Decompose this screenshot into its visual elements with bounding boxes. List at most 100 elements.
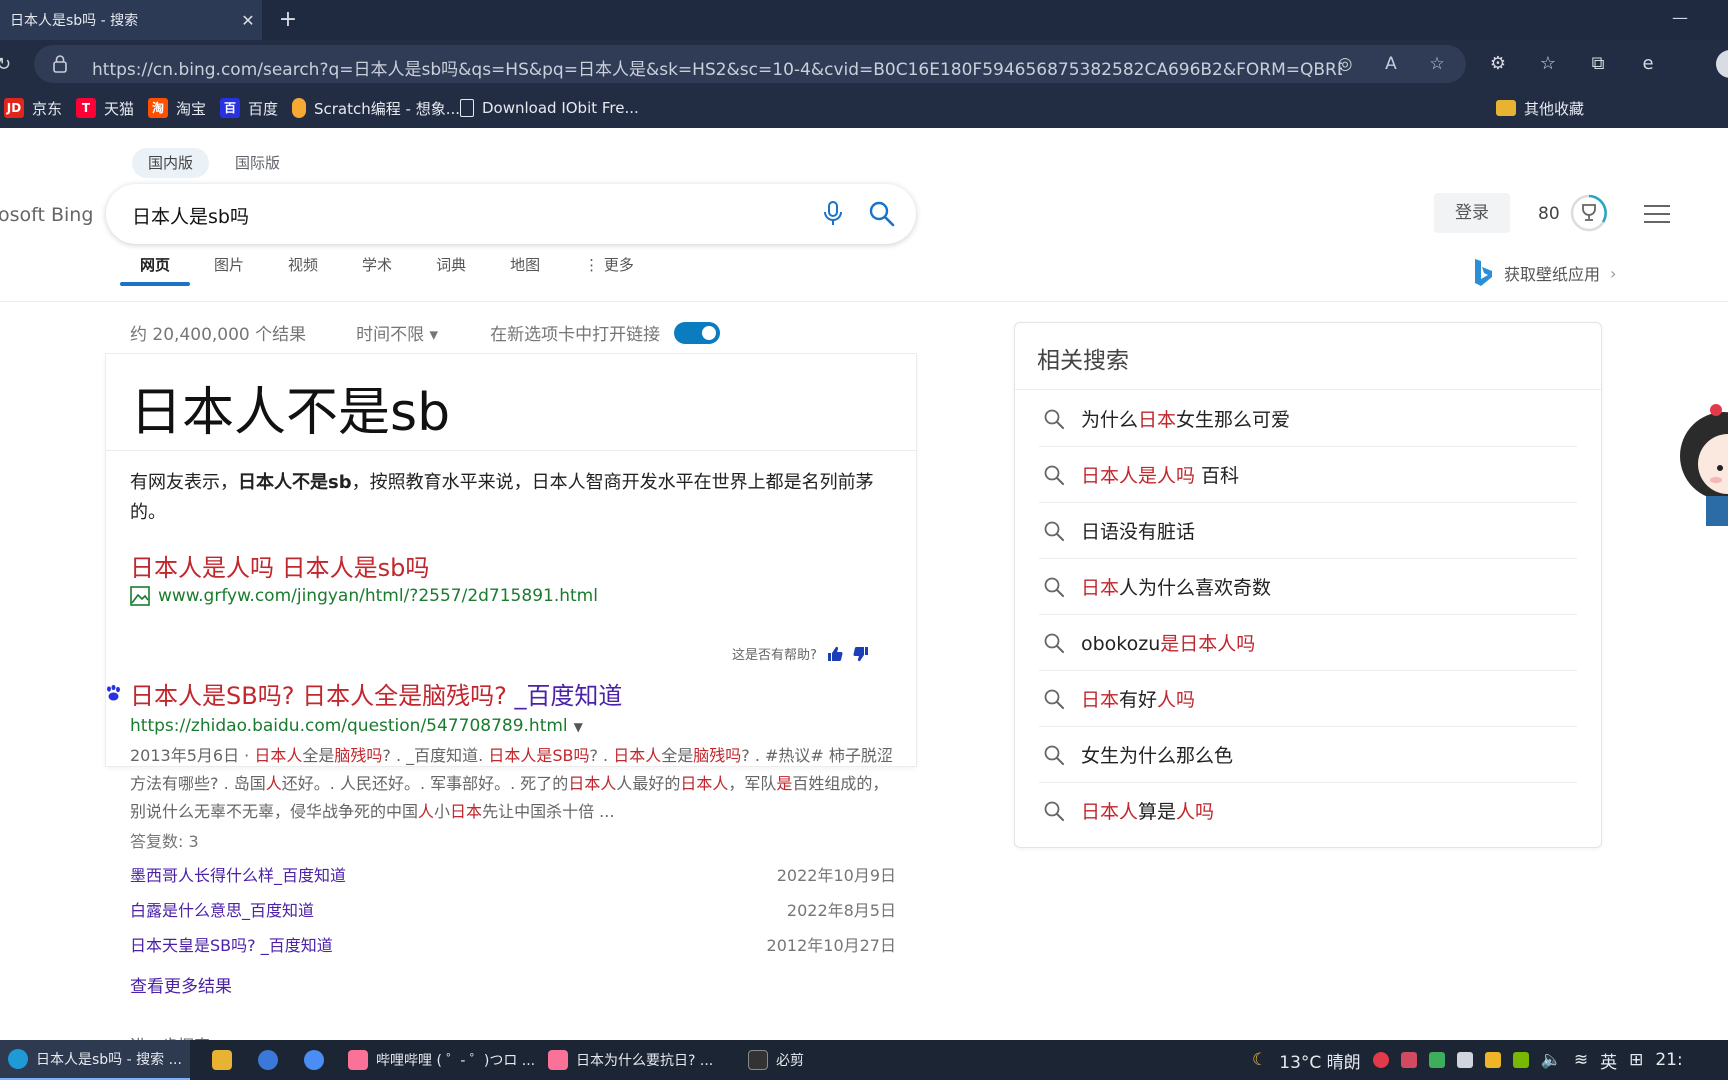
thumbs-down-icon[interactable] [853,646,869,662]
thumbs-up-icon[interactable] [827,646,843,662]
search-icon[interactable] [868,200,896,228]
region-tab-cn[interactable]: 国内版 [132,148,210,178]
related-text: 日语没有脏话 [1081,521,1196,543]
weather-text[interactable]: 13°C 晴朗 [1279,1048,1360,1073]
related-highlight: 是日本人吗 [1160,633,1256,655]
ie-mode-icon[interactable]: e [1636,52,1660,76]
bookmark-label: Scratch编程 - 想象... [314,99,461,118]
folder-icon [1496,100,1516,116]
new-tab-button[interactable]: + [274,6,302,34]
security-icon[interactable] [1484,1052,1501,1068]
bookmark-other-favorites[interactable]: 其他收藏 [1496,97,1584,119]
menu-icon[interactable] [1644,204,1670,224]
taskbar-app-pin[interactable] [258,1040,278,1080]
chevron-down-icon[interactable]: ▼ [574,720,583,734]
snippet-text: 小 [434,802,451,821]
tab-more[interactable]: ⋮ 更多 [562,234,656,286]
tab-maps[interactable]: 地图 [488,234,562,286]
bookmark-scratch[interactable]: Scratch编程 - 想象... [292,97,460,119]
taskbar-bilibili[interactable]: 哔哩哔哩 ( ゜- ゜)つロ ... [348,1040,535,1080]
bookmark-taobao[interactable]: 淘 淘宝 [148,97,206,119]
tab-videos[interactable]: 视频 [266,234,340,286]
wifi-icon[interactable]: ≋ [1574,1050,1588,1070]
rewards-trophy-icon[interactable] [1570,194,1608,232]
result-title-link[interactable]: 日本人是SB吗? 日本人全是脑残吗? _百度知道 [130,676,622,711]
time-filter[interactable]: 时间不限 ▾ [356,320,438,345]
tab-web[interactable]: 网页 [118,234,192,286]
url-text[interactable]: https://cn.bing.com/search?q=日本人是sb吗&qs=… [92,55,1342,80]
related-search-item[interactable]: obokozu是日本人吗 [1039,615,1577,671]
tab-strip: 日本人是sb吗 - 搜索 ✕ + — [0,0,1728,40]
bookmark-iobit[interactable]: Download IObit Fre... [460,97,639,119]
browser-tab-active[interactable]: 日本人是sb吗 - 搜索 ✕ [0,0,262,40]
minimize-window-button[interactable]: — [1672,8,1688,27]
location-icon[interactable]: ◎ [1334,53,1356,75]
region-tab-intl[interactable]: 国际版 [219,148,296,178]
taskbar-task-label: 日本为什么要抗日? ... [576,1053,714,1069]
moon-weather-icon: ☾ [1252,1050,1268,1070]
device-icon[interactable] [1456,1052,1473,1068]
lock-icon[interactable] [52,54,68,74]
answer-source-link[interactable]: 日本人是人吗 日本人是sb吗 [130,548,429,583]
nvidia-icon[interactable] [1512,1052,1529,1068]
new-tab-toggle[interactable] [674,321,721,344]
close-tab-icon[interactable]: ✕ [234,11,262,30]
sub-link-title[interactable]: 日本天皇是SB吗? _百度知道 [130,932,333,956]
address-bar[interactable]: https://cn.bing.com/search?q=日本人是sb吗&qs=… [34,45,1466,83]
tab-academic[interactable]: 学术 [340,234,414,286]
related-search-item[interactable]: 日本人为什么喜欢奇数 [1039,559,1577,615]
sub-link-title[interactable]: 墨西哥人长得什么样_百度知道 [130,862,346,886]
taskbar-bijian[interactable]: 必剪 [748,1040,804,1080]
refresh-icon[interactable]: ↻ [0,54,12,75]
answer-source-url-row: www.grfyw.com/jingyan/html/?2557/2d71589… [130,586,598,606]
volume-icon[interactable]: 🔈 [1541,1050,1562,1070]
bookmark-tmall[interactable]: T 天猫 [76,97,134,119]
related-text: 有好 [1119,689,1158,711]
taskbar-app-browser[interactable] [304,1040,324,1080]
search-input[interactable]: 日本人是sb吗 [132,202,249,229]
bookmark-jd[interactable]: JD 京东 [4,97,62,119]
tab-dictionary[interactable]: 词典 [414,234,488,286]
taskbar-edge-window[interactable]: 日本人是sb吗 - 搜索 ... [0,1040,190,1080]
related-search-item[interactable]: 日语没有脏话 [1039,503,1577,559]
favorites-icon[interactable]: ☆ [1536,52,1560,76]
taskbar-bilibili-2[interactable]: 日本为什么要抗日? ... [548,1040,713,1080]
search-icon [1044,801,1064,821]
get-wallpaper-app-link[interactable]: 获取壁纸应用 › [1472,258,1616,288]
extensions-icon[interactable]: ⚙ [1486,52,1510,76]
bing-logo[interactable]: osoft Bing [0,204,93,226]
read-aloud-icon[interactable]: A [1380,53,1402,75]
keyboard-icon[interactable]: ⊞ [1629,1050,1643,1070]
bookmarks-bar: JD 京东 T 天猫 淘 淘宝 百 百度 Scratch编程 - 想象... D… [0,88,1728,128]
taskbar-file-explorer[interactable] [212,1040,232,1080]
more-results-link[interactable]: 查看更多结果 [130,972,232,997]
tab-images[interactable]: 图片 [192,234,266,286]
scratch-icon [292,98,306,118]
bilibili-tray-icon[interactable] [1400,1052,1417,1068]
clock[interactable]: 21: [1655,1050,1682,1070]
bookmark-baidu[interactable]: 百 百度 [220,97,278,119]
add-favorite-icon[interactable]: ☆ [1426,53,1448,75]
related-search-item[interactable]: 女生为什么那么色 [1039,727,1577,783]
sub-link[interactable]: 白露是什么意思_百度知道 2022年8月5日 [130,897,896,932]
record-icon[interactable] [1372,1052,1389,1068]
result-url[interactable]: https://zhidao.baidu.com/question/547708… [130,716,583,736]
sub-link[interactable]: 墨西哥人长得什么样_百度知道 2022年10月9日 [130,862,896,897]
related-search-item[interactable]: 日本人算是人吗 [1039,783,1577,839]
ime-indicator[interactable]: 英 [1600,1048,1617,1073]
sub-link[interactable]: 日本天皇是SB吗? _百度知道 2012年10月27日 [130,932,896,967]
login-button[interactable]: 登录 [1434,193,1510,233]
related-search-item[interactable]: 日本有好人吗 [1039,671,1577,727]
collections-icon[interactable]: ⧉ [1586,52,1610,76]
result-count: 约 20,400,000 个结果 [130,325,307,345]
related-search-item[interactable]: 日本人是人吗 百科 [1039,447,1577,503]
sub-link-date: 2022年10月9日 [776,866,896,885]
microphone-icon[interactable] [822,200,844,228]
answer-source-url[interactable]: www.grfyw.com/jingyan/html/?2557/2d71589… [158,586,598,606]
rewards-points[interactable]: 80 [1538,204,1560,224]
shield-icon[interactable] [1428,1052,1445,1068]
answer-title: 日本人不是sb [130,383,451,443]
sub-link-title[interactable]: 白露是什么意思_百度知道 [130,897,314,921]
related-search-text: 日本有好人吗 [1081,685,1195,712]
related-search-item[interactable]: 为什么日本女生那么可爱 [1039,391,1577,447]
